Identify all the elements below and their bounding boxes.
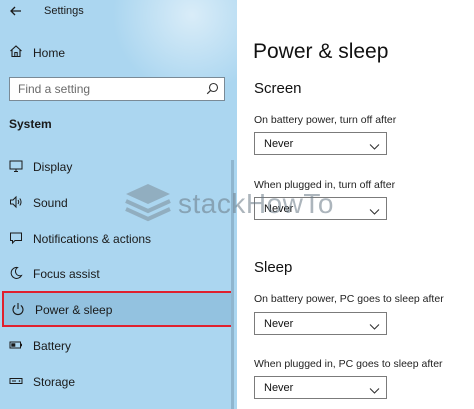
sidebar-item-label: Notifications & actions <box>33 232 152 246</box>
page-title: Power & sleep <box>253 40 389 63</box>
sidebar-item-notifications[interactable]: Notifications & actions <box>0 223 237 253</box>
dropdown-value: Never <box>264 318 294 330</box>
sidebar: Settings Home System Display Sound Notif… <box>0 0 237 409</box>
sidebar-item-label: Power & sleep <box>35 303 113 317</box>
storage-icon <box>9 374 23 388</box>
search-icon[interactable] <box>206 82 219 95</box>
notification-icon <box>9 231 23 245</box>
sidebar-item-label: Storage <box>33 375 76 389</box>
battery-icon <box>9 338 23 352</box>
search-box[interactable] <box>9 77 225 101</box>
dropdown-value: Never <box>264 203 294 215</box>
sidebar-item-label: Battery <box>33 339 72 353</box>
display-icon <box>9 159 23 173</box>
sidebar-item-display[interactable]: Display <box>0 151 237 181</box>
section-heading-system: System <box>9 117 52 131</box>
group-heading-sleep: Sleep <box>254 259 293 276</box>
screen-battery-label: On battery power, turn off after <box>254 114 397 126</box>
sidebar-item-label: Home <box>33 46 66 60</box>
app-title: Settings <box>44 5 84 17</box>
sidebar-item-power-sleep[interactable]: Power & sleep <box>2 291 233 327</box>
dropdown-value: Never <box>264 382 294 394</box>
screen-plugged-dropdown[interactable]: Never <box>254 197 387 220</box>
chevron-down-icon <box>369 139 380 150</box>
sleep-plugged-dropdown[interactable]: Never <box>254 376 387 399</box>
sidebar-item-focus-assist[interactable]: Focus assist <box>0 258 237 288</box>
chevron-down-icon <box>369 319 380 330</box>
sidebar-item-storage[interactable]: Storage <box>0 366 237 396</box>
group-heading-screen: Screen <box>254 80 302 97</box>
back-arrow-icon[interactable] <box>8 3 24 19</box>
sidebar-item-battery[interactable]: Battery <box>0 330 237 360</box>
chevron-down-icon <box>369 383 380 394</box>
screen-battery-dropdown[interactable]: Never <box>254 132 387 155</box>
sidebar-item-home[interactable]: Home <box>0 42 237 64</box>
moon-icon <box>9 266 23 280</box>
screen-plugged-label: When plugged in, turn off after <box>254 179 396 191</box>
chevron-down-icon <box>369 204 380 215</box>
title-bar: Settings <box>0 0 237 24</box>
search-input[interactable] <box>10 78 200 100</box>
home-icon <box>9 44 23 58</box>
sidebar-scrollbar[interactable] <box>231 160 234 409</box>
dropdown-value: Never <box>264 138 294 150</box>
sidebar-item-label: Focus assist <box>33 267 100 281</box>
sleep-battery-label: On battery power, PC goes to sleep after <box>254 293 444 305</box>
main-content: Power & sleep Screen On battery power, t… <box>237 0 474 409</box>
sleep-battery-dropdown[interactable]: Never <box>254 312 387 335</box>
speaker-icon <box>9 195 23 209</box>
sidebar-item-label: Display <box>33 160 73 174</box>
sidebar-item-label: Sound <box>33 196 68 210</box>
power-icon <box>11 302 25 316</box>
sleep-plugged-label: When plugged in, PC goes to sleep after <box>254 358 443 370</box>
sidebar-item-sound[interactable]: Sound <box>0 187 237 217</box>
